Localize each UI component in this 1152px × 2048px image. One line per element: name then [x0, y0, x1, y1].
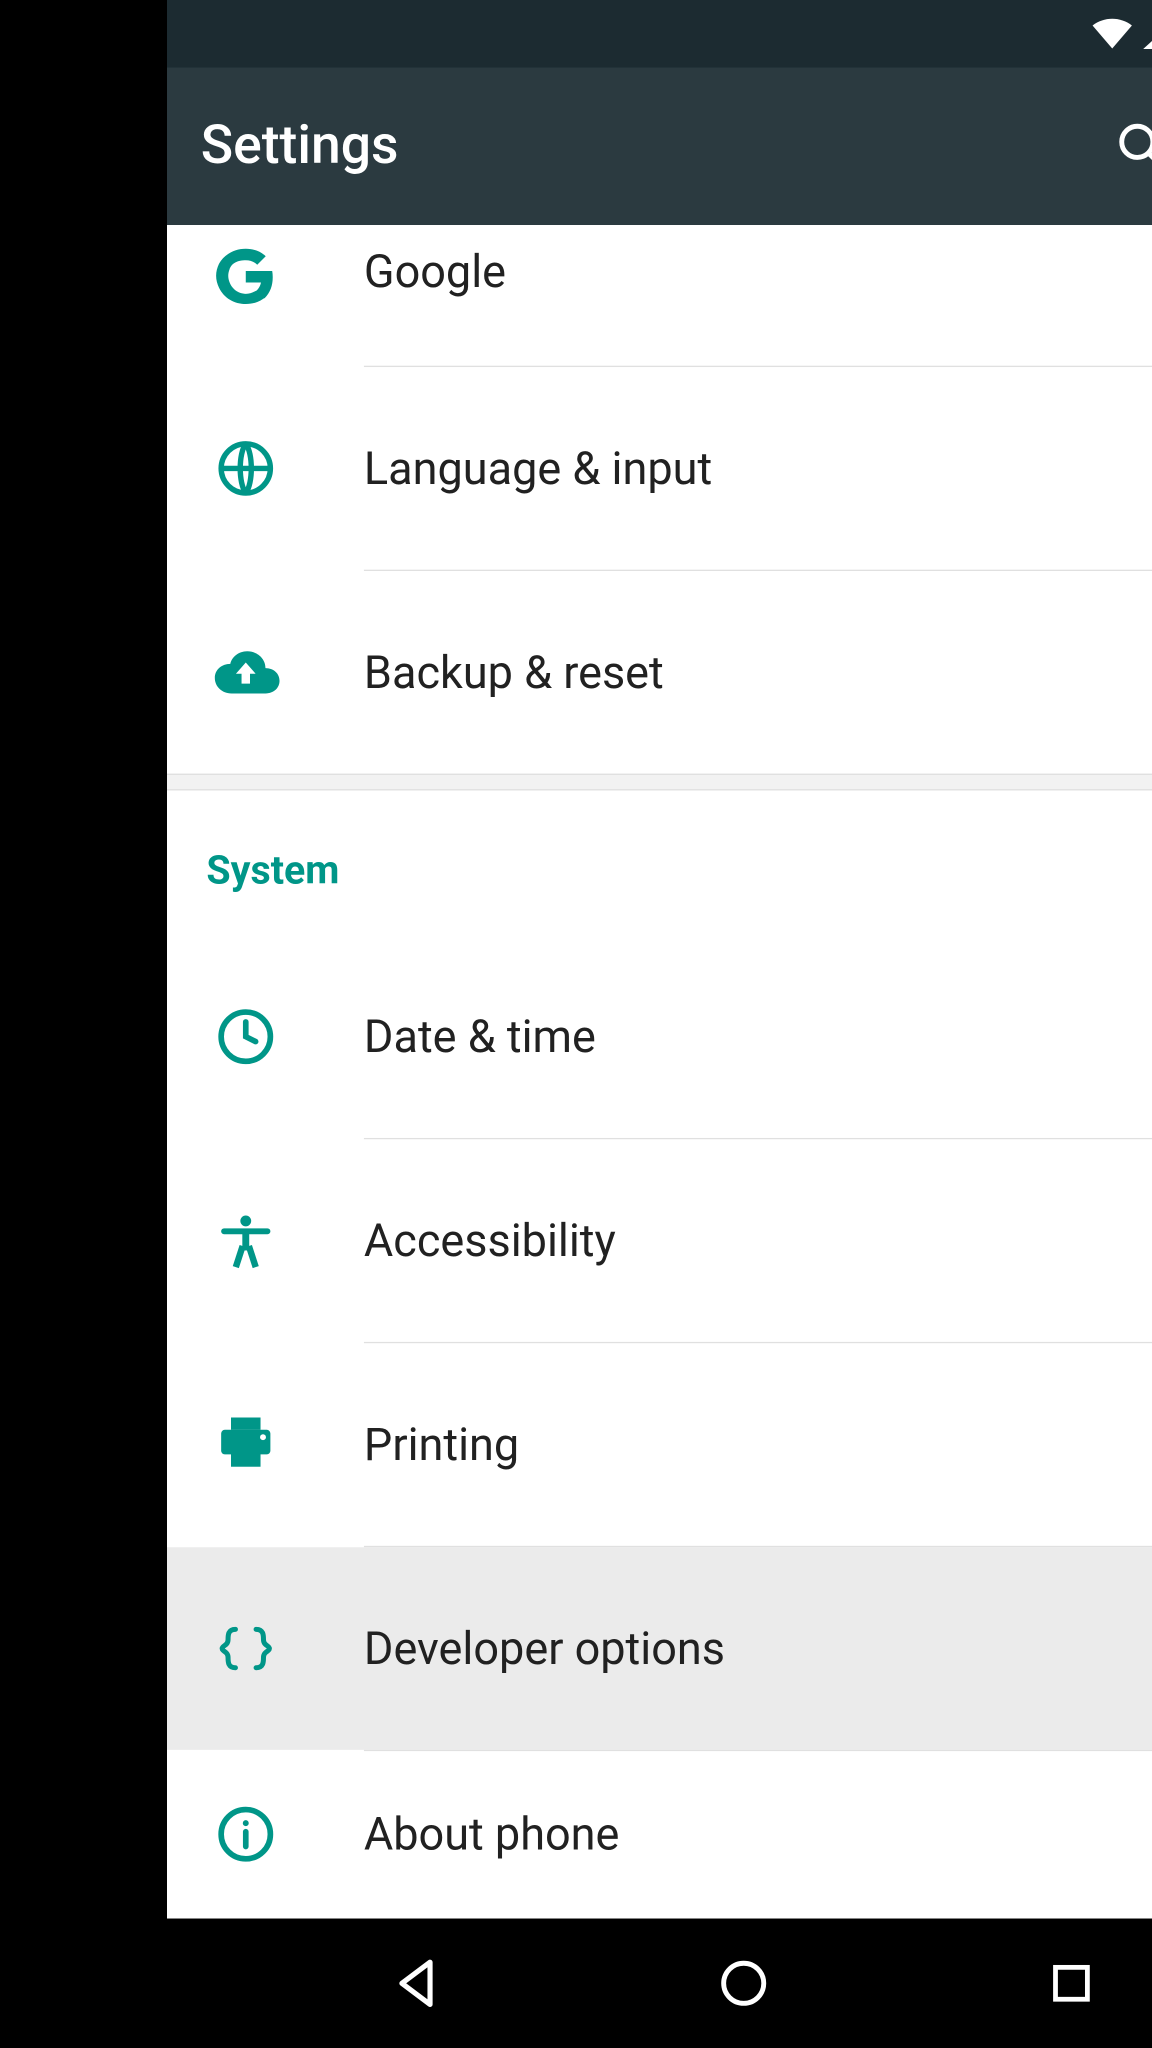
settings-row-label: About phone	[363, 1807, 618, 1860]
settings-row-google[interactable]: Google	[167, 225, 1152, 366]
settings-row-date-time[interactable]: Date & time	[167, 935, 1152, 1138]
home-button[interactable]	[692, 1933, 793, 2034]
settings-row-label: Backup & reset	[363, 646, 663, 699]
globe-icon	[206, 439, 285, 498]
page-title: Settings	[200, 115, 1082, 177]
section-header-system: System	[167, 791, 1152, 936]
cloud-upload-icon	[206, 648, 285, 696]
search-button[interactable]	[1099, 104, 1152, 188]
settings-row-label: Google	[363, 239, 505, 298]
device-frame: 84 3:27 Settings	[167, 0, 1152, 2048]
info-icon	[206, 1805, 285, 1864]
status-bar: 84 3:27	[167, 0, 1152, 68]
settings-list[interactable]: Google Language & input Bac	[167, 225, 1152, 1919]
settings-row-accessibility[interactable]: Accessibility	[167, 1139, 1152, 1342]
navigation-bar	[167, 1919, 1152, 2048]
settings-row-about-phone[interactable]: About phone	[167, 1751, 1152, 1917]
accessibility-icon	[206, 1211, 285, 1270]
settings-row-label: Language & input	[363, 442, 711, 495]
printer-icon	[206, 1416, 285, 1472]
settings-row-language-input[interactable]: Language & input	[167, 367, 1152, 570]
recent-apps-button[interactable]	[1020, 1933, 1121, 2034]
google-icon	[206, 239, 285, 309]
cellular-signal-icon	[1142, 18, 1152, 49]
settings-row-label: Printing	[363, 1418, 518, 1471]
wifi-icon	[1092, 18, 1131, 49]
app-bar: Settings	[167, 68, 1152, 226]
section-gap	[167, 774, 1152, 791]
settings-row-label: Accessibility	[363, 1214, 615, 1267]
settings-row-backup-reset[interactable]: Backup & reset	[167, 571, 1152, 774]
clock-icon	[206, 1007, 285, 1066]
settings-row-printing[interactable]: Printing	[167, 1343, 1152, 1546]
settings-row-label: Developer options	[363, 1622, 724, 1675]
braces-icon	[206, 1623, 285, 1674]
settings-row-developer-options[interactable]: Developer options	[167, 1547, 1152, 1750]
back-button[interactable]	[364, 1933, 465, 2034]
settings-row-label: Date & time	[363, 1010, 595, 1063]
